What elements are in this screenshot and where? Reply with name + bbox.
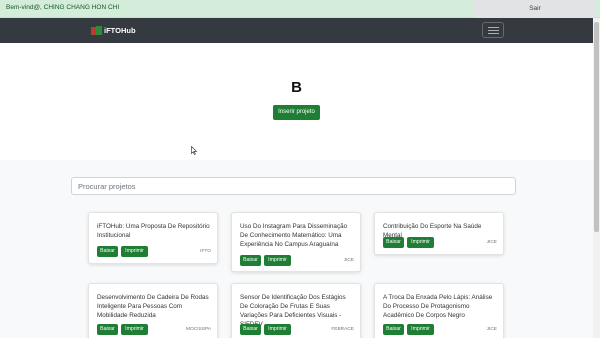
project-title: A Troca Da Enxada Pelo Lápis: Análise Do…: [383, 294, 493, 319]
print-button[interactable]: Imprimir: [264, 324, 291, 335]
project-card: iFTOHub: Uma Proposta De Repositório Ins…: [88, 212, 218, 264]
scrollbar-thumb[interactable]: [594, 22, 599, 232]
hamburger-icon: [488, 27, 499, 28]
download-button[interactable]: Baixar: [383, 324, 404, 335]
page-scrollbar[interactable]: [593, 18, 600, 338]
project-title: iFTOHub: Uma Proposta De Repositório Ins…: [97, 223, 210, 239]
project-tag: JICE: [343, 258, 354, 263]
print-button[interactable]: Imprimir: [121, 324, 148, 335]
download-button[interactable]: Baixar: [97, 324, 118, 335]
insert-project-button[interactable]: Inserir projeto: [273, 105, 320, 120]
download-button[interactable]: Baixar: [97, 246, 118, 257]
project-card: Contribuição Do Esporte Na Saúde Mental …: [374, 212, 504, 255]
project-card: Uso Do Instagram Para Disseminação De Co…: [231, 212, 361, 272]
welcome-message: Bem-vind@, CHING CHANG HON CHI: [6, 4, 120, 11]
brand-name: iFTOHub: [104, 26, 136, 35]
project-title: Desenvolvimento De Cadeira De Rodas Inte…: [97, 294, 209, 319]
print-button[interactable]: Imprimir: [264, 255, 291, 266]
project-card: Desenvolvimento De Cadeira De Rodas Inte…: [88, 283, 218, 338]
project-card: A Troca Da Enxada Pelo Lápis: Análise Do…: [374, 283, 504, 338]
project-tag: JICE: [486, 327, 497, 332]
project-tag: JICE: [486, 240, 497, 245]
navbar-toggler-button[interactable]: [482, 22, 504, 38]
print-button[interactable]: Imprimir: [121, 246, 148, 257]
brand-link[interactable]: iFTOHub: [91, 25, 136, 36]
navbar: iFTOHub: [0, 18, 593, 43]
search-projects-input[interactable]: [71, 177, 516, 195]
download-button[interactable]: Baixar: [383, 237, 404, 248]
project-card: Sensor De Identificação Dos Estágios De …: [231, 283, 361, 338]
mouse-cursor-icon: [191, 146, 197, 155]
print-button[interactable]: Imprimir: [407, 237, 434, 248]
project-title: Uso Do Instagram Para Disseminação De Co…: [240, 223, 348, 248]
brand-logo-icon: [91, 26, 102, 35]
logout-button[interactable]: Sair: [474, 0, 596, 18]
project-tag: FEBRACE: [331, 327, 354, 332]
download-button[interactable]: Baixar: [240, 324, 261, 335]
project-tag: IFTO: [200, 249, 211, 254]
project-tag: MOCISSPA: [186, 327, 211, 332]
download-button[interactable]: Baixar: [240, 255, 261, 266]
welcome-alert-bar: Bem-vind@, CHING CHANG HON CHI Sair: [0, 0, 600, 18]
print-button[interactable]: Imprimir: [407, 324, 434, 335]
page-title: B: [291, 79, 302, 96]
hero-section: B Inserir projeto: [0, 43, 593, 160]
